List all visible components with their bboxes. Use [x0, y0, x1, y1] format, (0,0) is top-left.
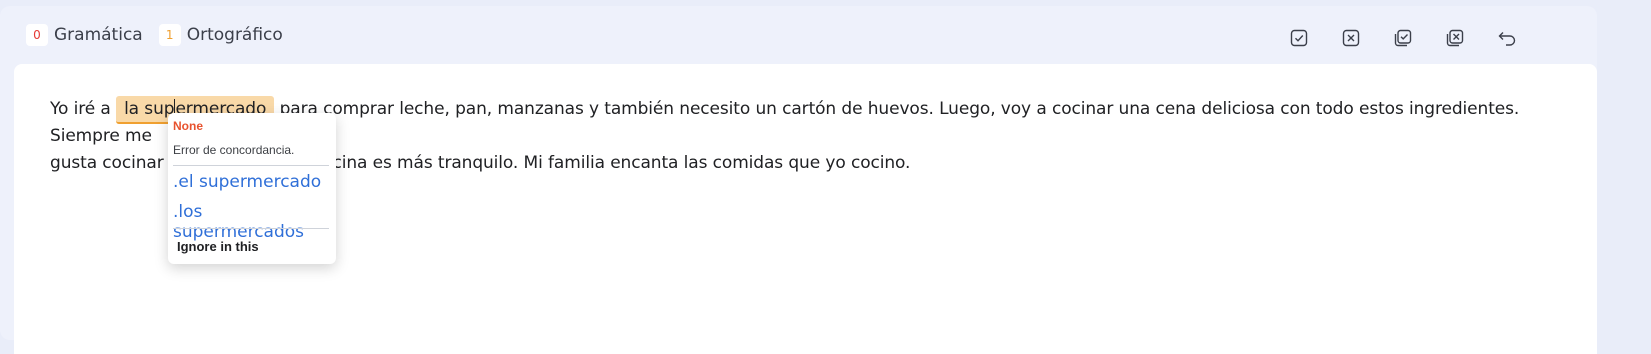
undo-icon — [1498, 32, 1516, 46]
grammar-count-badge[interactable]: 0 — [26, 24, 48, 46]
accept-all-icon — [1394, 29, 1412, 47]
reject-button[interactable] — [1325, 26, 1377, 50]
error-text-start: la sup — [124, 99, 175, 119]
popup-title: None — [173, 119, 203, 133]
text-segment: gusta cocinar e — [50, 153, 180, 173]
ignore-button[interactable]: Ignore in this — [177, 239, 259, 254]
text-segment: a cocina es más tranquilo. Mi familia en… — [297, 153, 911, 173]
grammar-label[interactable]: Gramática — [54, 25, 143, 45]
spelling-count-badge[interactable]: 1 — [158, 24, 181, 46]
suggestion-el-supermercado[interactable]: .el supermercado — [173, 172, 321, 192]
category-counters: 0 Gramática 1 Ortográfico — [26, 22, 299, 48]
accept-icon — [1290, 29, 1308, 47]
popup-message: Error de concordancia. — [173, 143, 295, 157]
reject-icon — [1342, 29, 1360, 47]
popup-divider — [173, 228, 329, 229]
reject-all-icon — [1446, 29, 1464, 47]
accept-all-button[interactable] — [1377, 26, 1429, 50]
reject-all-button[interactable] — [1429, 26, 1481, 50]
accept-button[interactable] — [1273, 26, 1325, 50]
popup-divider — [173, 165, 329, 166]
toolbar — [1273, 26, 1533, 50]
undo-button[interactable] — [1481, 26, 1533, 50]
suggestion-popup: None Error de concordancia. .el supermer… — [168, 113, 336, 264]
suggestion-los-supermercados[interactable]: .los supermercados — [173, 202, 336, 242]
text-segment: Yo iré a — [50, 99, 117, 119]
spelling-label[interactable]: Ortográfico — [187, 25, 283, 45]
